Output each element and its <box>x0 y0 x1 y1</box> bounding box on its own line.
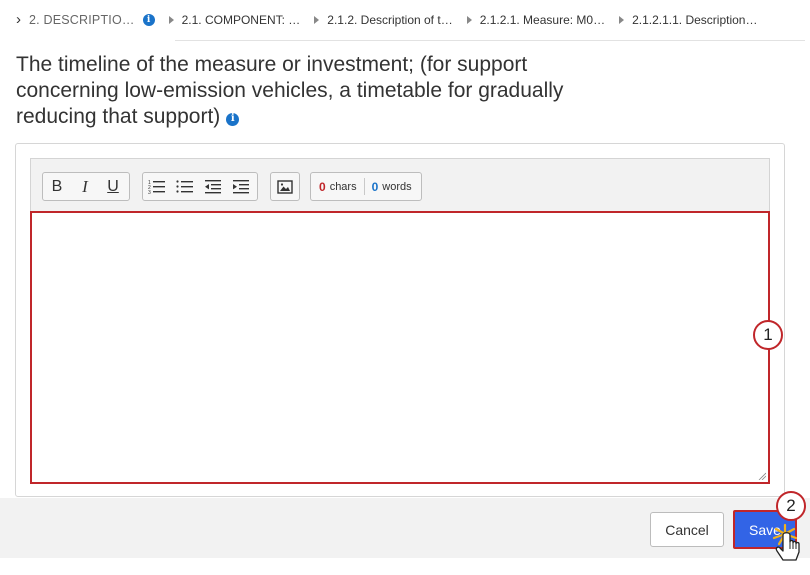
list-format-group: 1 2 3 <box>142 172 258 201</box>
words-count: 0 <box>371 179 379 194</box>
info-icon[interactable]: i <box>226 112 240 126</box>
rich-text-editor[interactable] <box>30 211 770 484</box>
image-group <box>270 172 300 201</box>
svg-text:3: 3 <box>148 190 151 195</box>
unordered-list-button[interactable] <box>171 173 199 200</box>
bold-icon: B <box>51 177 63 195</box>
page-title-text: The timeline of the measure or investmen… <box>16 53 564 128</box>
insert-image-button[interactable] <box>271 173 299 200</box>
chars-label: chars <box>329 180 357 193</box>
italic-icon: I <box>82 176 88 196</box>
page-title: The timeline of the measure or investmen… <box>16 52 616 130</box>
italic-button[interactable]: I <box>71 173 99 200</box>
outdent-icon <box>205 179 221 193</box>
bold-button[interactable]: B <box>43 173 71 200</box>
info-icon[interactable]: i <box>142 14 155 26</box>
breadcrumb-item-current[interactable]: 2.1.2.1.1. Description… <box>632 13 757 27</box>
breadcrumb: › 2. DESCRIPTIO… i 2.1. COMPONENT: … 2.1… <box>0 0 810 40</box>
breadcrumb-separator-icon <box>314 16 320 24</box>
breadcrumb-divider <box>175 40 805 41</box>
image-icon <box>277 179 293 194</box>
breadcrumb-separator-icon <box>168 16 174 24</box>
breadcrumb-item-description[interactable]: 2. DESCRIPTIO… <box>29 13 135 27</box>
chars-count: 0 <box>319 179 326 194</box>
underline-button[interactable]: U <box>99 173 127 200</box>
indent-icon <box>233 179 249 193</box>
callout-badge-1: 1 <box>753 320 783 350</box>
breadcrumb-separator-icon <box>466 16 472 24</box>
ordered-list-button[interactable]: 1 2 3 <box>143 173 171 200</box>
resize-handle-icon[interactable] <box>758 472 766 480</box>
counter-divider <box>363 178 365 195</box>
outdent-button[interactable] <box>199 173 227 200</box>
ordered-list-icon: 1 2 3 <box>148 180 165 195</box>
editor-toolbar: B I U 1 2 3 0 chars 0 words <box>30 158 770 212</box>
breadcrumb-item-component[interactable]: 2.1. COMPONENT: … <box>182 13 301 27</box>
callout-badge-2: 2 <box>776 491 806 521</box>
unordered-list-icon <box>176 179 193 193</box>
breadcrumb-item-description-of[interactable]: 2.1.2. Description of t… <box>327 13 452 27</box>
cancel-button[interactable]: Cancel <box>650 512 724 547</box>
indent-button[interactable] <box>227 173 255 200</box>
chevron-right-icon[interactable]: › <box>16 11 21 28</box>
breadcrumb-item-measure[interactable]: 2.1.2.1. Measure: M0… <box>480 13 605 27</box>
breadcrumb-separator-icon <box>619 16 625 24</box>
text-format-group: B I U <box>42 172 130 201</box>
word-counter: 0 chars 0 words <box>310 172 422 201</box>
underline-icon: U <box>107 177 119 195</box>
words-label: words <box>382 180 412 193</box>
hand-cursor-icon <box>772 523 800 561</box>
